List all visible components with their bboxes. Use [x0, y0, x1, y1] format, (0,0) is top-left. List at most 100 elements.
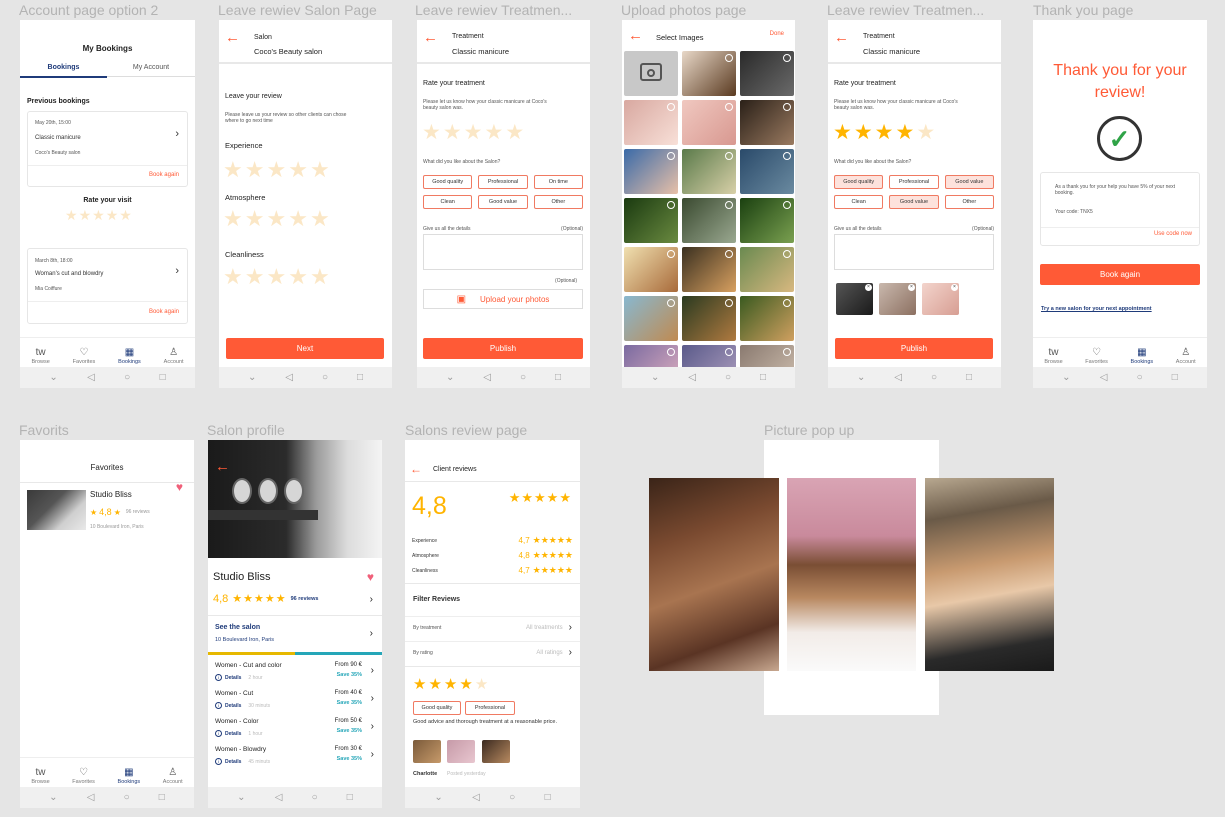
star-icon[interactable]: ★ [459, 675, 472, 693]
use-code-link[interactable]: Use code now [1154, 231, 1192, 237]
recents-icon[interactable]: □ [357, 372, 363, 383]
gallery-photo[interactable] [740, 149, 794, 194]
select-radio-icon[interactable] [725, 152, 733, 160]
back-icon[interactable]: ◁ [87, 372, 95, 383]
recents-icon[interactable]: □ [545, 792, 551, 803]
back-icon[interactable]: ◁ [275, 792, 283, 803]
chevron-down-icon[interactable]: ⌄ [49, 372, 57, 383]
back-arrow-icon[interactable]: ← [834, 30, 849, 45]
see-salon-link[interactable]: See the salon [215, 624, 260, 631]
chip-option[interactable]: Good quality [834, 175, 884, 189]
camera-button[interactable] [624, 51, 678, 96]
star-icon[interactable]: ★ [916, 120, 935, 145]
upload-photos-button[interactable]: ▣ Upload your photos [423, 289, 583, 309]
chevron-right-icon[interactable]: › [371, 721, 374, 732]
service-row[interactable]: Women - Blowdry i Details 45 minuts From 30 … [208, 744, 382, 772]
done-button[interactable]: Done [770, 31, 784, 37]
close-icon[interactable]: × [908, 284, 915, 291]
close-icon[interactable]: × [865, 284, 872, 291]
chevron-down-icon[interactable]: ⌄ [1062, 372, 1070, 383]
booking-card[interactable]: March 8th, 18:00 Woman's cut and blowdry… [27, 248, 188, 324]
select-radio-icon[interactable] [783, 54, 791, 62]
back-arrow-icon[interactable]: ← [423, 30, 438, 45]
chevron-down-icon[interactable]: ⌄ [248, 372, 256, 383]
rating-row[interactable]: 4,8 ★★★★★ 96 reviews [213, 592, 318, 606]
select-radio-icon[interactable] [725, 299, 733, 307]
star-icon[interactable]: ★ [413, 675, 426, 693]
nav-favorites[interactable]: ♡ Favorites [73, 347, 96, 365]
select-radio-icon[interactable] [667, 250, 675, 258]
next-button[interactable]: Next [226, 338, 384, 359]
chevron-right-icon[interactable]: › [371, 749, 374, 760]
select-radio-icon[interactable] [783, 250, 791, 258]
select-radio-icon[interactable] [725, 348, 733, 356]
recents-icon[interactable]: □ [347, 792, 353, 803]
back-arrow-icon[interactable]: ← [410, 462, 422, 477]
review-photo[interactable] [413, 740, 441, 763]
filter-by-treatment[interactable]: By treatment All treatments › [405, 622, 580, 633]
home-icon[interactable]: ○ [931, 372, 937, 383]
chevron-down-icon[interactable]: ⌄ [651, 372, 659, 383]
gallery-photo[interactable] [682, 100, 736, 145]
chevron-down-icon[interactable]: ⌄ [49, 792, 57, 803]
star-icon[interactable]: ★ [875, 120, 894, 145]
back-icon[interactable]: ◁ [894, 372, 902, 383]
home-icon[interactable]: ○ [725, 372, 731, 383]
star-icon[interactable]: ★ [444, 675, 457, 693]
nav-account[interactable]: ♙ Account [164, 347, 184, 365]
back-arrow-icon[interactable]: ← [215, 459, 230, 474]
recents-icon[interactable]: □ [1172, 372, 1178, 383]
book-again-link[interactable]: Book again [149, 309, 179, 315]
heart-filled-icon[interactable]: ♥ [176, 480, 183, 494]
gallery-photo[interactable] [740, 247, 794, 292]
select-radio-icon[interactable] [725, 103, 733, 111]
gallery-photo[interactable] [740, 51, 794, 96]
info-icon[interactable]: i [215, 730, 222, 737]
select-radio-icon[interactable] [667, 152, 675, 160]
service-row[interactable]: Women - Color i Details 1 hour From 50 € Save… [208, 716, 382, 744]
nav-bookings[interactable]: ▦ Bookings [118, 767, 141, 785]
book-again-button[interactable]: Book again [1040, 264, 1200, 285]
nav-account[interactable]: ♙ Account [163, 767, 183, 785]
select-radio-icon[interactable] [667, 201, 675, 209]
selected-photo[interactable]: × [836, 283, 873, 315]
selected-photo[interactable]: × [922, 283, 959, 315]
select-radio-icon[interactable] [667, 348, 675, 356]
chip-option[interactable]: On time [533, 175, 583, 189]
chip-option[interactable]: Good value [889, 195, 939, 209]
select-radio-icon[interactable] [783, 299, 791, 307]
star-icon[interactable]: ★ [895, 120, 914, 145]
recents-icon[interactable]: □ [555, 372, 561, 383]
chevron-right-icon[interactable]: › [370, 594, 373, 605]
service-row[interactable]: Women - Cut and color i Details 2 hour From … [208, 660, 382, 688]
review-photo[interactable] [482, 740, 510, 763]
gallery-photo[interactable] [682, 51, 736, 96]
home-icon[interactable]: ○ [509, 792, 515, 803]
gallery-photo[interactable] [682, 198, 736, 243]
home-icon[interactable]: ○ [1137, 372, 1143, 383]
chip-option[interactable]: Clean [834, 195, 884, 209]
gallery-photo[interactable] [624, 247, 678, 292]
gallery-photo[interactable] [682, 296, 736, 341]
review-photo[interactable] [447, 740, 475, 763]
select-radio-icon[interactable] [725, 250, 733, 258]
gallery-photo[interactable] [682, 149, 736, 194]
back-icon[interactable]: ◁ [285, 372, 293, 383]
gallery-photo[interactable] [624, 296, 678, 341]
booking-card[interactable]: May 20th, 15:00 Classic manicure Coco's … [27, 111, 188, 187]
chip-option[interactable]: Good value [478, 195, 528, 209]
back-icon[interactable]: ◁ [472, 792, 480, 803]
back-icon[interactable]: ◁ [688, 372, 696, 383]
chevron-down-icon[interactable]: ⌄ [446, 372, 454, 383]
info-icon[interactable]: i [215, 674, 222, 681]
salon-name[interactable]: Studio Bliss [90, 490, 132, 499]
chevron-right-icon[interactable]: › [175, 128, 179, 140]
popup-photo-1[interactable] [649, 478, 779, 671]
recents-icon[interactable]: □ [160, 372, 166, 383]
tab-bookings[interactable]: Bookings [20, 64, 107, 78]
select-radio-icon[interactable] [725, 201, 733, 209]
chip-option[interactable]: Other [533, 195, 583, 209]
select-radio-icon[interactable] [783, 201, 791, 209]
popup-photo-3[interactable] [925, 478, 1054, 671]
nav-bookings[interactable]: ▦ Bookings [1131, 347, 1154, 365]
